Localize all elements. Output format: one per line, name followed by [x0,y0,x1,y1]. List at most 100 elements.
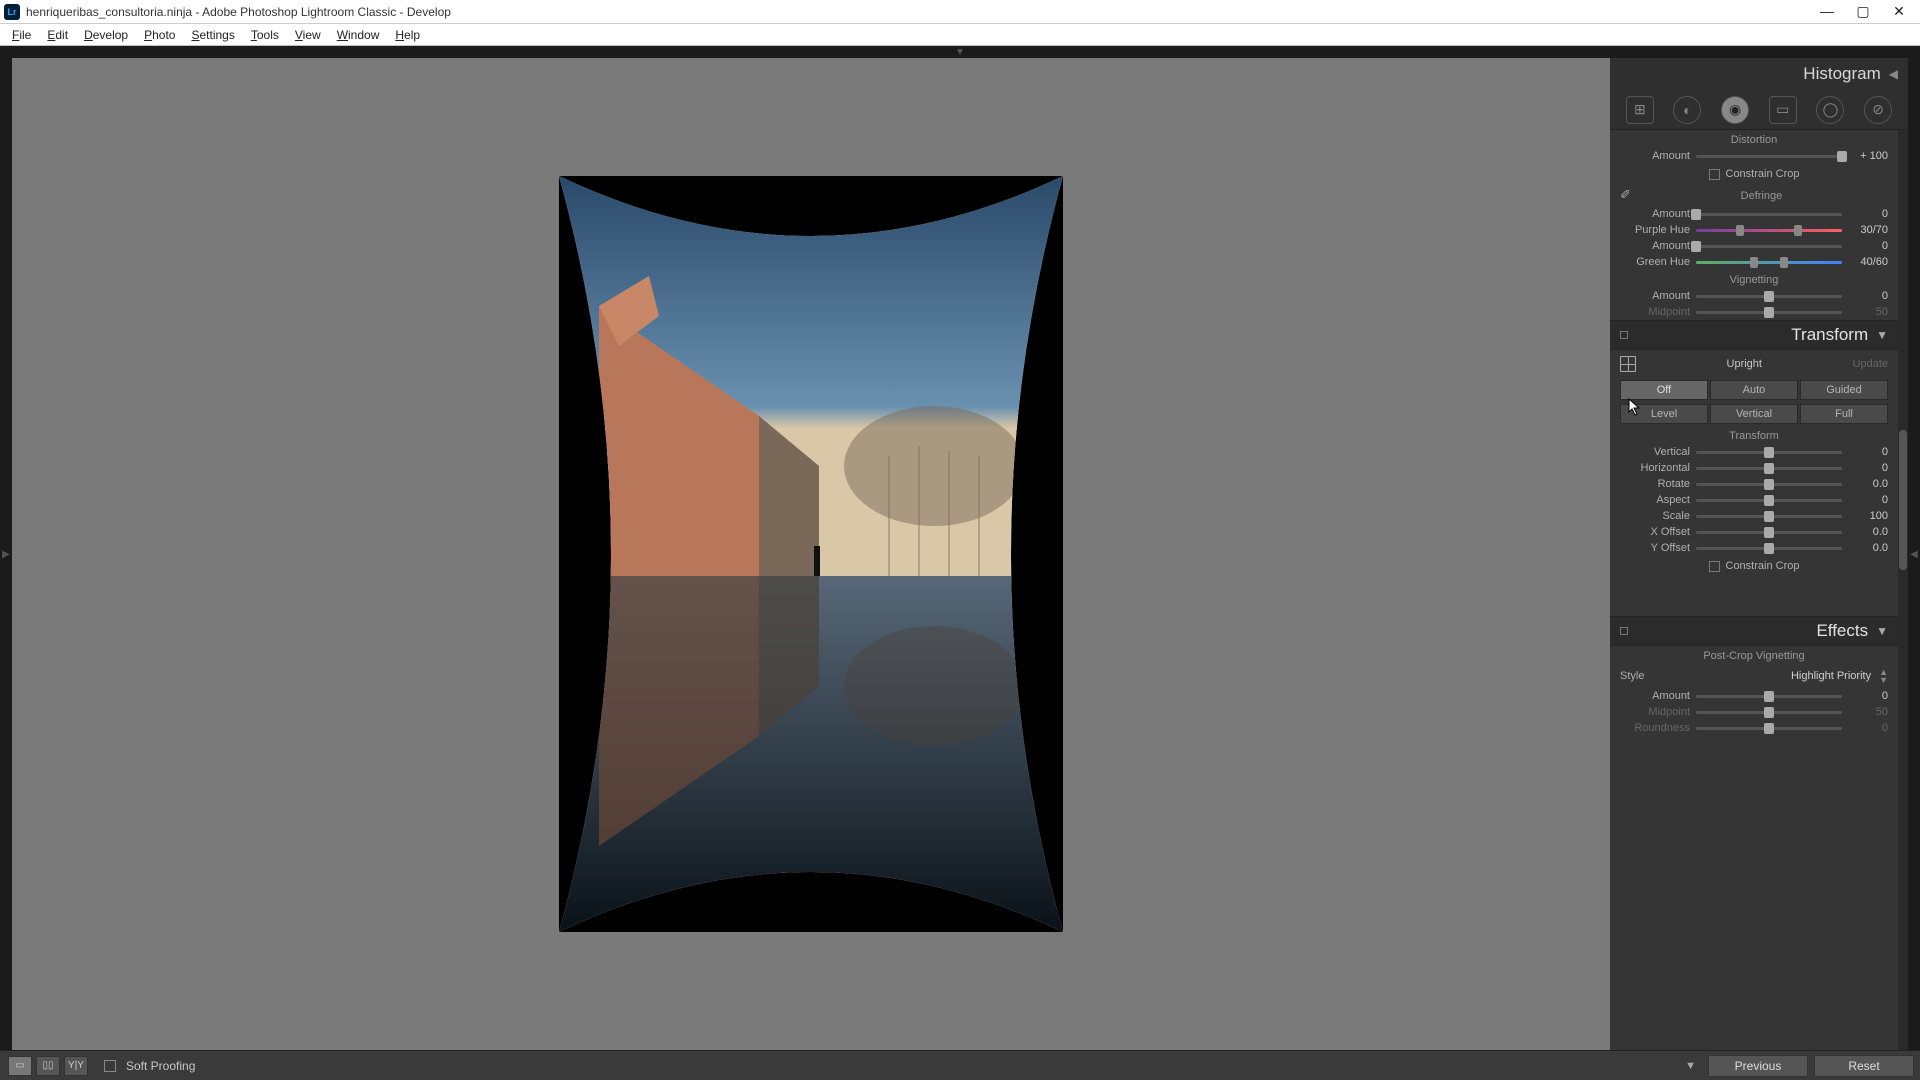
transform-aspect-slider[interactable] [1696,499,1842,502]
histogram-header[interactable]: Histogram ◀ [1610,58,1908,90]
transform-vertical-slider[interactable] [1696,451,1842,454]
before-after-lr-button[interactable]: ▯▯ [36,1056,60,1076]
window-title: henriqueribas_consultoria.ninja - Adobe … [26,5,1818,19]
upright-full-button[interactable]: Full [1800,404,1888,424]
toolbar-dropdown[interactable]: ▼ [1685,1060,1696,1072]
gradient-tool-icon[interactable]: ▭ [1769,96,1797,124]
transform-x-offset-slider[interactable] [1696,531,1842,534]
vignetting-midpoint-value[interactable]: 50 [1848,306,1888,318]
style-value[interactable]: Highlight Priority [1791,670,1871,682]
green-hue-slider[interactable] [1696,261,1842,264]
panel-scrollbar[interactable] [1898,130,1908,1050]
green-hue-value[interactable]: 40/60 [1848,256,1888,268]
dropdown-icon[interactable]: ▲▼ [1879,668,1888,684]
vignetting-amount-value[interactable]: 0 [1848,290,1888,302]
panel-switch-icon[interactable] [1620,627,1628,635]
defringe-amount1-value[interactable]: 0 [1848,208,1888,220]
pcv-title: Post-Crop Vignetting [1610,646,1898,664]
transform-horizontal-label: Horizontal [1620,462,1690,474]
photo-preview [559,176,1063,932]
reset-button[interactable]: Reset [1814,1055,1914,1077]
transform-rotate-slider[interactable] [1696,483,1842,486]
spot-tool-icon[interactable]: ◐ [1673,96,1701,124]
menu-window[interactable]: Window [329,28,388,42]
transform-y-offset-slider[interactable] [1696,547,1842,550]
defringe-amount1-slider[interactable] [1696,213,1842,216]
constrain-crop-checkbox[interactable] [1709,169,1720,180]
upright-update[interactable]: Update [1853,358,1888,370]
upright-guided-icon[interactable] [1620,356,1636,372]
brush-tool-icon[interactable]: ⊘ [1864,96,1892,124]
transform-horizontal-slider[interactable] [1696,467,1842,470]
effects-header[interactable]: Effects ▼ [1610,616,1898,646]
pcv-midpoint-slider[interactable] [1696,711,1842,714]
vignetting-amount-slider[interactable] [1696,295,1842,298]
redeye-tool-icon[interactable]: ◉ [1721,96,1749,124]
transform-y-offset-value[interactable]: 0.0 [1848,542,1888,554]
menu-file[interactable]: File [4,28,39,42]
transform-vertical-value[interactable]: 0 [1848,446,1888,458]
style-label: Style [1620,670,1644,682]
purple-hue-slider[interactable] [1696,229,1842,232]
menu-develop[interactable]: Develop [76,28,136,42]
close-button[interactable]: ✕ [1890,3,1908,20]
soft-proof-checkbox[interactable] [104,1060,116,1072]
pcv-amount-value[interactable]: 0 [1848,690,1888,702]
menu-edit[interactable]: Edit [39,28,76,42]
transform-aspect-label: Aspect [1620,494,1690,506]
bottom-toolbar: ▭ ▯▯ Y|Y Soft Proofing ▼ Previous Reset [0,1050,1920,1080]
upright-auto-button[interactable]: Auto [1710,380,1798,400]
menu-photo[interactable]: Photo [136,28,183,42]
histogram-title: Histogram [1803,64,1880,84]
radial-tool-icon[interactable]: ◯ [1816,96,1844,124]
collapse-icon: ◀ [1889,67,1898,81]
maximize-button[interactable]: ▢ [1854,3,1872,20]
green-hue-label: Green Hue [1620,256,1690,268]
loupe-view-button[interactable]: ▭ [8,1056,32,1076]
previous-button[interactable]: Previous [1708,1055,1808,1077]
left-panel-handle[interactable]: ▶ [0,58,12,1050]
transform-rotate-value[interactable]: 0.0 [1848,478,1888,490]
pcv-roundness-value[interactable]: 0 [1848,722,1888,734]
menu-settings[interactable]: Settings [183,28,242,42]
crop-tool-icon[interactable]: ⊞ [1626,96,1654,124]
upright-guided-button[interactable]: Guided [1800,380,1888,400]
menubar: File Edit Develop Photo Settings Tools V… [0,24,1920,46]
transform-scale-value[interactable]: 100 [1848,510,1888,522]
canvas-area[interactable] [12,58,1610,1050]
upright-label: Upright [1644,358,1845,370]
before-after-tb-button[interactable]: Y|Y [64,1056,88,1076]
upright-level-button[interactable]: Level [1620,404,1708,424]
transform-scale-slider[interactable] [1696,515,1842,518]
defringe-amount2-slider[interactable] [1696,245,1842,248]
vignetting-title: Vignetting [1610,270,1898,288]
upright-off-button[interactable]: Off [1620,380,1708,400]
vignetting-midpoint-slider[interactable] [1696,311,1842,314]
transform-header[interactable]: Transform ▼ [1610,320,1898,350]
chevron-down-icon: ▼ [1876,624,1888,638]
pcv-midpoint-value[interactable]: 50 [1848,706,1888,718]
minimize-button[interactable]: — [1818,3,1836,20]
menu-view[interactable]: View [287,28,329,42]
purple-hue-value[interactable]: 30/70 [1848,224,1888,236]
transform-constrain-checkbox[interactable] [1709,561,1720,572]
distortion-amount-slider[interactable] [1696,155,1842,158]
right-panel-handle[interactable]: ◀ [1908,58,1920,1050]
menu-tools[interactable]: Tools [243,28,287,42]
transform-horizontal-value[interactable]: 0 [1848,462,1888,474]
upright-vertical-button[interactable]: Vertical [1710,404,1798,424]
develop-toolstrip: ⊞ ◐ ◉ ▭ ◯ ⊘ [1610,90,1908,130]
distortion-amount-value[interactable]: + 100 [1848,150,1888,162]
pcv-amount-slider[interactable] [1696,695,1842,698]
menu-help[interactable]: Help [387,28,428,42]
transform-aspect-value[interactable]: 0 [1848,494,1888,506]
transform-x-offset-value[interactable]: 0.0 [1848,526,1888,538]
pcv-roundness-slider[interactable] [1696,727,1842,730]
distortion-title: Distortion [1610,130,1898,148]
defringe-amount2-value[interactable]: 0 [1848,240,1888,252]
vignetting-midpoint-label: Midpoint [1620,306,1690,318]
panel-switch-icon[interactable] [1620,331,1628,339]
top-panel-handle[interactable]: ▼ [0,46,1920,58]
transform-vertical-label: Vertical [1620,446,1690,458]
eyedropper-icon[interactable]: ✐ [1620,187,1631,203]
